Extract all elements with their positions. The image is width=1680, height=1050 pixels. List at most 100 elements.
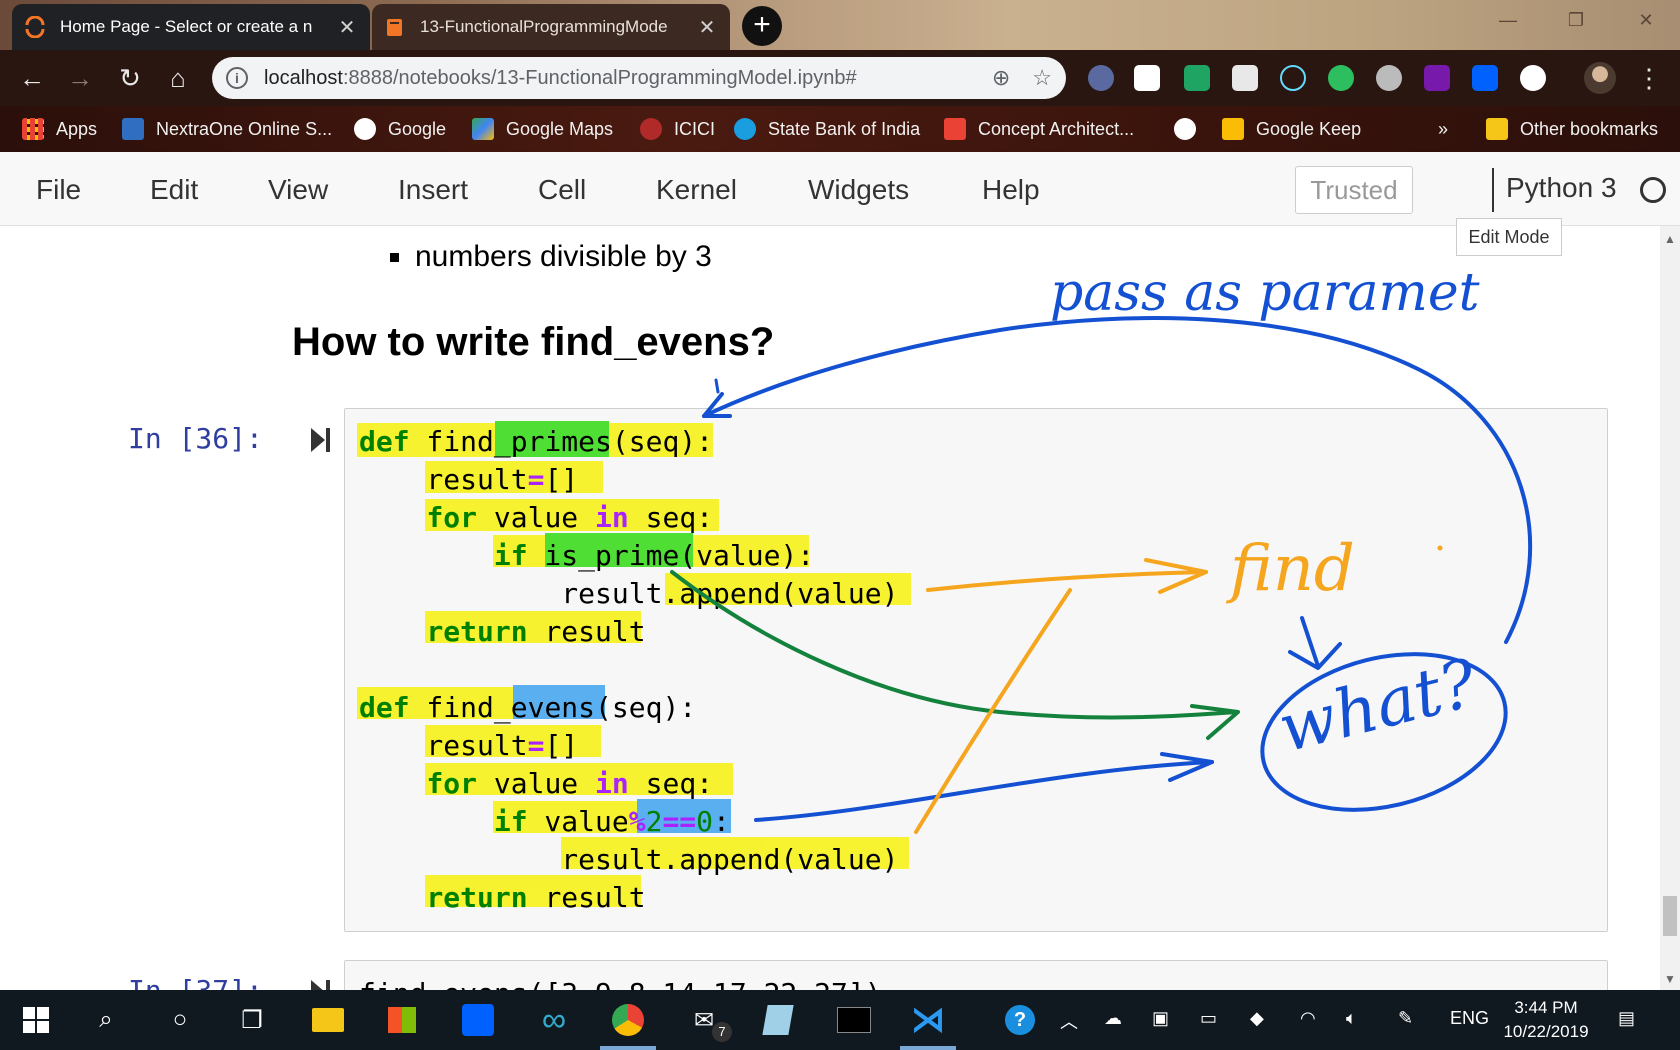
onenote-icon[interactable] xyxy=(1424,65,1450,91)
language-indicator[interactable]: ENG xyxy=(1450,1008,1489,1029)
site-info-icon[interactable]: i xyxy=(226,67,248,89)
extension-icon[interactable] xyxy=(1134,65,1160,91)
bookmark-google-keep[interactable]: Google Keep xyxy=(1222,114,1361,144)
bookmark-nextraone[interactable]: NextraOne Online S... xyxy=(122,114,332,144)
dropbox-tray-icon[interactable]: ◆ xyxy=(1250,1008,1264,1029)
pen-workspace-icon[interactable]: ✎ xyxy=(1398,1008,1413,1029)
address-bar[interactable]: i localhost:8888/notebooks/13-Functional… xyxy=(212,57,1066,99)
bookmark-label: » xyxy=(1438,118,1449,139)
code-cell[interactable]: def find_primes(seq): result=[] for valu… xyxy=(344,408,1608,932)
bookmark-label: Google xyxy=(388,118,447,139)
bookmark-icici[interactable]: ICICI xyxy=(640,114,715,144)
help-icon[interactable]: ? xyxy=(1000,1000,1040,1040)
search-icon[interactable]: ⌕ xyxy=(86,1000,126,1040)
reload-icon[interactable]: ↻ xyxy=(112,60,148,96)
bookmark-star-icon[interactable]: ☆ xyxy=(1032,65,1052,91)
clock-time: 3:44 PM xyxy=(1514,998,1578,1017)
scroll-down-icon[interactable]: ▼ xyxy=(1664,972,1676,986)
vscode-icon[interactable]: ⋊ xyxy=(908,1000,948,1040)
google-maps-icon xyxy=(472,118,494,140)
browser-menu-icon[interactable]: ⋮ xyxy=(1636,60,1662,96)
evernote-icon[interactable] xyxy=(1328,65,1354,91)
code-cell[interactable]: find_evens([3,9,8,14,17,22,27]) xyxy=(344,960,1608,990)
forward-icon[interactable]: → xyxy=(62,60,98,96)
dropbox-taskbar-icon[interactable] xyxy=(458,1000,498,1040)
clock-date: 10/22/2019 xyxy=(1503,1022,1589,1041)
trusted-button[interactable]: Trusted xyxy=(1295,166,1413,214)
cortana-icon[interactable]: ○ xyxy=(160,1000,200,1040)
home-icon[interactable]: ⌂ xyxy=(160,60,196,96)
menu-help[interactable]: Help xyxy=(982,174,1040,206)
gmail-icon xyxy=(944,118,966,140)
file-explorer-icon[interactable] xyxy=(308,1000,348,1040)
bookmark-concept-architect[interactable]: Concept Architect... xyxy=(944,114,1134,144)
onedrive-icon[interactable]: ☁ xyxy=(1104,1008,1122,1029)
kernel-divider xyxy=(1492,168,1494,212)
extension-icon[interactable] xyxy=(1376,65,1402,91)
page-scrollbar[interactable]: ▲ ▼ xyxy=(1660,226,1680,990)
menu-edit[interactable]: Edit xyxy=(150,174,198,206)
extension-icon[interactable] xyxy=(1520,65,1546,91)
code-editor[interactable]: def find_primes(seq): result=[] for valu… xyxy=(359,423,898,917)
taskbar-clock[interactable]: 3:44 PM 10/22/2019 xyxy=(1496,996,1596,1044)
terminal-icon[interactable] xyxy=(834,1000,874,1040)
extension-icon[interactable] xyxy=(1184,65,1210,91)
restore-icon[interactable]: ❐ xyxy=(1556,10,1596,31)
menu-insert[interactable]: Insert xyxy=(398,174,468,206)
tray-app-icon[interactable]: ▣ xyxy=(1152,1008,1169,1029)
windows-start-icon[interactable] xyxy=(16,1000,56,1040)
browser-tab-home[interactable]: Home Page - Select or create a n ✕ xyxy=(12,4,370,50)
close-tab-icon[interactable]: ✕ xyxy=(696,15,718,40)
battery-icon[interactable]: ▭ xyxy=(1200,1008,1217,1029)
edit-mode-tooltip: Edit Mode xyxy=(1456,218,1562,256)
bookmark-label: Other bookmarks xyxy=(1520,118,1659,139)
extension-icon[interactable] xyxy=(1088,65,1114,91)
tab-title: 13-FunctionalProgrammingMode xyxy=(420,17,668,36)
gmail-extension-icon[interactable] xyxy=(1232,65,1258,91)
bookmark-globe[interactable] xyxy=(1174,114,1196,144)
run-cell-icon[interactable] xyxy=(308,978,332,990)
bookmark-label: Apps xyxy=(56,118,98,139)
kernel-idle-icon xyxy=(1640,177,1666,203)
bookmarks-bar: Apps NextraOne Online S... Google Google… xyxy=(0,106,1680,152)
menu-cell[interactable]: Cell xyxy=(538,174,586,206)
task-view-icon[interactable]: ❐ xyxy=(232,1000,272,1040)
wifi-icon[interactable]: ◠ xyxy=(1300,1008,1316,1029)
bookmark-apps[interactable]: Apps xyxy=(22,114,97,144)
bookmark-google-maps[interactable]: Google Maps xyxy=(472,114,613,144)
profile-avatar[interactable] xyxy=(1584,62,1616,94)
more-bookmarks-button[interactable]: » xyxy=(1438,114,1448,144)
close-tab-icon[interactable]: ✕ xyxy=(336,15,358,40)
cell-code-text: find_evens([3,9,8,14,17,22,27]) xyxy=(359,977,882,990)
minimize-icon[interactable]: — xyxy=(1488,10,1528,31)
action-center-icon[interactable]: ▤ xyxy=(1618,1008,1635,1029)
zoom-icon[interactable]: ⊕ xyxy=(992,65,1010,91)
bookmark-other[interactable]: Other bookmarks xyxy=(1486,114,1658,144)
store-icon[interactable] xyxy=(382,1000,422,1040)
back-icon[interactable]: ← xyxy=(14,60,50,96)
markdown-heading: How to write find_evens? xyxy=(292,320,775,364)
volume-icon[interactable]: 🔈︎ xyxy=(1346,1008,1357,1029)
menu-file[interactable]: File xyxy=(36,174,81,206)
dropbox-icon[interactable] xyxy=(1472,65,1498,91)
menu-view[interactable]: View xyxy=(268,174,328,206)
cell-prompt: In [36]: xyxy=(128,422,263,455)
globe-icon xyxy=(1174,118,1196,140)
scroll-up-icon[interactable]: ▲ xyxy=(1664,232,1676,246)
new-tab-button[interactable]: + xyxy=(742,6,782,46)
react-devtools-icon[interactable] xyxy=(1280,65,1306,91)
bookmark-google[interactable]: Google xyxy=(354,114,446,144)
infinity-app-icon[interactable]: ∞ xyxy=(534,1000,574,1040)
google-keep-icon xyxy=(1222,118,1244,140)
code-editor[interactable]: find_evens([3,9,8,14,17,22,27]) xyxy=(359,975,882,990)
menu-kernel[interactable]: Kernel xyxy=(656,174,737,206)
notes-app-icon[interactable] xyxy=(758,1000,798,1040)
run-cell-icon[interactable] xyxy=(308,426,332,454)
tray-chevron-icon[interactable]: ︿ xyxy=(1060,1008,1078,1034)
bookmark-sbi[interactable]: State Bank of India xyxy=(734,114,920,144)
browser-tab-notebook[interactable]: 13-FunctionalProgrammingMode ✕ xyxy=(372,4,730,50)
close-window-icon[interactable]: ✕ xyxy=(1626,10,1666,31)
menu-widgets[interactable]: Widgets xyxy=(808,174,909,206)
scroll-thumb[interactable] xyxy=(1663,896,1677,936)
chrome-icon[interactable] xyxy=(608,1000,648,1040)
